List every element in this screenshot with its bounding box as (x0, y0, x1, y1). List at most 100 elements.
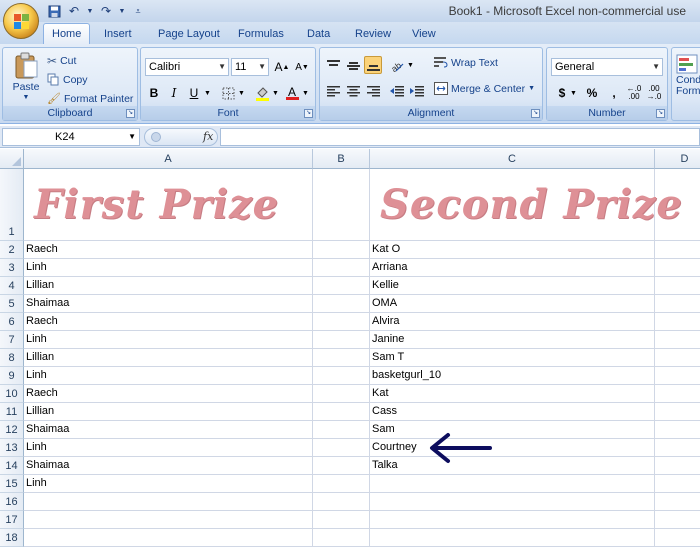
row-header[interactable]: 3 (0, 259, 24, 277)
format-painter-button[interactable]: 🖌 Format Painter (47, 92, 133, 106)
row-header[interactable]: 11 (0, 403, 24, 421)
redo-icon[interactable]: ↷ (98, 3, 114, 19)
formula-input[interactable] (220, 128, 700, 146)
font-color-icon[interactable]: A (283, 84, 301, 102)
row-header[interactable]: 18 (0, 529, 24, 547)
increase-decimal-icon[interactable]: ←.0.00 (625, 84, 643, 102)
cell[interactable] (370, 511, 655, 529)
tab-review[interactable]: Review (347, 24, 399, 44)
cell[interactable]: Sam T (370, 349, 655, 367)
cell[interactable]: Cass (370, 403, 655, 421)
cell[interactable]: Shaimaa (24, 457, 313, 475)
cell[interactable]: Raech (24, 241, 313, 259)
row-header[interactable]: 9 (0, 367, 24, 385)
cell[interactable] (655, 259, 700, 277)
paste-button[interactable]: Paste ▼ (9, 52, 43, 101)
orientation-icon[interactable]: ab (388, 56, 406, 74)
cell[interactable] (655, 475, 700, 493)
copy-button[interactable]: Copy (47, 73, 88, 86)
formula-cancel-icon[interactable] (151, 132, 161, 142)
cell[interactable] (313, 331, 370, 349)
cell[interactable]: Shaimaa (24, 421, 313, 439)
cell[interactable]: OMA (370, 295, 655, 313)
font-launcher-icon[interactable]: ↘ (304, 109, 313, 118)
cell[interactable]: Alvira (370, 313, 655, 331)
cell[interactable] (655, 493, 700, 511)
fill-color-icon[interactable] (253, 84, 271, 102)
fill-color-dropdown-icon[interactable]: ▼ (271, 84, 280, 102)
cell[interactable] (313, 367, 370, 385)
borders-dropdown-icon[interactable]: ▼ (237, 84, 246, 102)
number-launcher-icon[interactable]: ↘ (656, 109, 665, 118)
cell[interactable] (655, 457, 700, 475)
cell[interactable] (313, 439, 370, 457)
cell[interactable] (655, 277, 700, 295)
save-icon[interactable] (46, 3, 62, 19)
undo-icon[interactable]: ↶ (66, 3, 82, 19)
row-header[interactable]: 6 (0, 313, 24, 331)
cell[interactable] (313, 493, 370, 511)
align-center-icon[interactable] (344, 82, 362, 100)
align-top-icon[interactable] (324, 56, 342, 74)
row-header[interactable]: 4 (0, 277, 24, 295)
borders-icon[interactable] (219, 84, 237, 102)
chevron-down-icon[interactable]: ▼ (128, 129, 136, 145)
cell[interactable] (655, 421, 700, 439)
percent-button[interactable]: % (583, 84, 601, 102)
cell[interactable] (655, 385, 700, 403)
cell[interactable] (313, 421, 370, 439)
cell[interactable]: Raech (24, 385, 313, 403)
row-header[interactable]: 5 (0, 295, 24, 313)
cell[interactable]: Linh (24, 367, 313, 385)
undo-dropdown-icon[interactable]: ▼ (86, 3, 94, 19)
alignment-launcher-icon[interactable]: ↘ (531, 109, 540, 118)
cell[interactable] (313, 259, 370, 277)
select-all-button[interactable] (0, 149, 24, 169)
row-header[interactable]: 17 (0, 511, 24, 529)
number-format-select[interactable]: General ▼ (551, 58, 663, 76)
conditional-formatting-button[interactable]: Cond Form (676, 54, 700, 97)
cell[interactable] (313, 295, 370, 313)
cut-button[interactable]: ✂ Cut (47, 54, 76, 68)
clipboard-launcher-icon[interactable]: ↘ (126, 109, 135, 118)
column-header-d[interactable]: D (655, 149, 700, 169)
italic-button[interactable]: I (165, 84, 183, 102)
row-header[interactable]: 16 (0, 493, 24, 511)
paste-dropdown-icon[interactable]: ▼ (23, 94, 30, 101)
align-right-icon[interactable] (364, 82, 382, 100)
grow-font-icon[interactable]: A ▲ (273, 58, 291, 76)
cell[interactable] (313, 277, 370, 295)
column-header-c[interactable]: C (370, 149, 655, 169)
cell[interactable]: Courtney (370, 439, 655, 457)
cell[interactable] (313, 385, 370, 403)
row-header[interactable]: 10 (0, 385, 24, 403)
row-header[interactable]: 13 (0, 439, 24, 457)
bold-button[interactable]: B (145, 84, 163, 102)
row-header[interactable]: 14 (0, 457, 24, 475)
cell[interactable] (313, 511, 370, 529)
column-header-b[interactable]: B (313, 149, 370, 169)
row-header[interactable]: 12 (0, 421, 24, 439)
cell[interactable] (655, 241, 700, 259)
wrap-text-button[interactable]: Wrap Text (434, 56, 498, 69)
cell[interactable]: Janine (370, 331, 655, 349)
row-header[interactable]: 7 (0, 331, 24, 349)
cell[interactable] (370, 493, 655, 511)
decrease-decimal-icon[interactable]: .00 →.0 (645, 84, 663, 102)
align-left-icon[interactable] (324, 82, 342, 100)
cell[interactable]: Linh (24, 331, 313, 349)
cell[interactable]: Raech (24, 313, 313, 331)
font-color-dropdown-icon[interactable]: ▼ (301, 84, 310, 102)
cell[interactable]: Kellie (370, 277, 655, 295)
cell[interactable]: Shaimaa (24, 295, 313, 313)
cell[interactable] (313, 457, 370, 475)
cell[interactable]: Lillian (24, 403, 313, 421)
cell[interactable]: Lillian (24, 349, 313, 367)
align-bottom-icon[interactable] (364, 56, 382, 74)
cell[interactable]: Arriana (370, 259, 655, 277)
align-middle-icon[interactable] (344, 56, 362, 74)
cell[interactable] (313, 169, 370, 241)
cell[interactable]: Talka (370, 457, 655, 475)
cell[interactable] (655, 367, 700, 385)
cell[interactable] (313, 475, 370, 493)
